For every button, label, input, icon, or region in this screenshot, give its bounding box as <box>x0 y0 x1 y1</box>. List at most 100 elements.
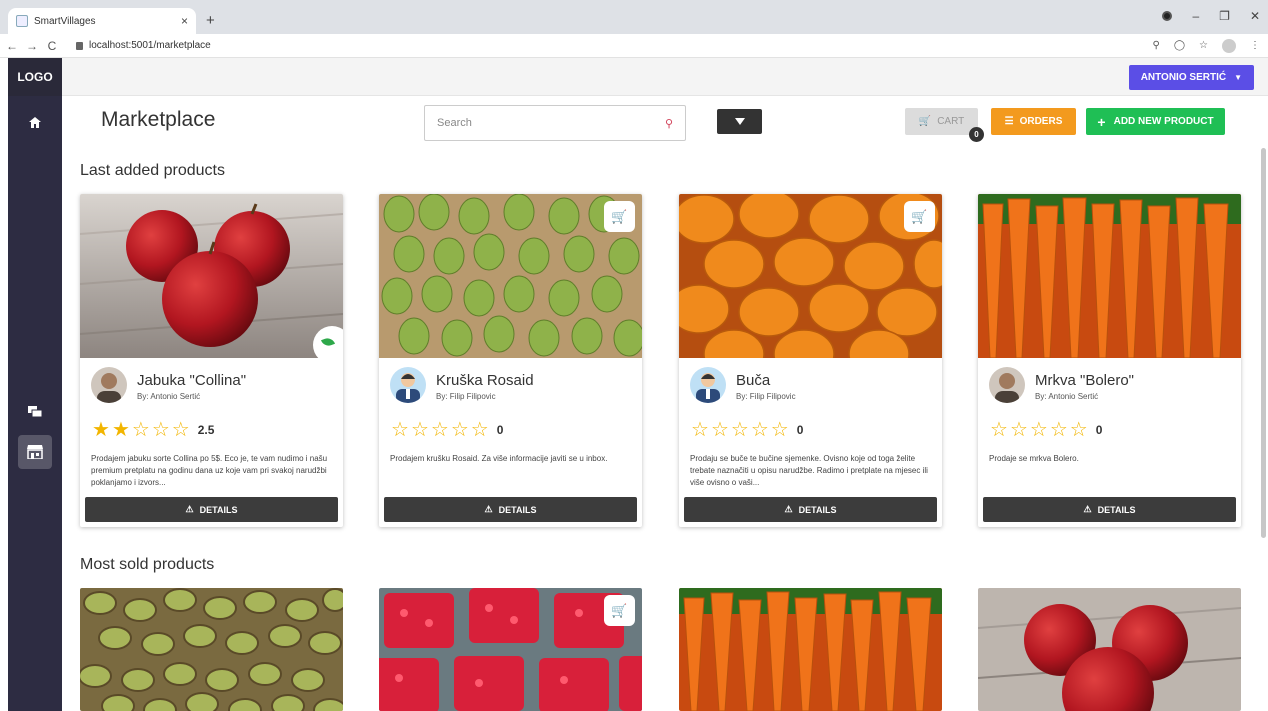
warning-icon: ⚠ <box>784 504 793 514</box>
product-image[interactable] <box>80 588 343 711</box>
eco-leaf-badge <box>313 326 343 364</box>
product-name[interactable]: Kruška Rosaid <box>436 372 534 389</box>
product-description: Prodaju se buče te bučine sjemenke. Ovis… <box>690 454 928 487</box>
star-empty-icon[interactable]: ☆ <box>451 420 469 440</box>
product-name[interactable]: Mrkva "Bolero" <box>1035 372 1134 389</box>
seller-avatar <box>690 367 726 403</box>
star-empty-icon[interactable]: ☆ <box>391 420 409 440</box>
warning-icon: ⚠ <box>484 504 493 514</box>
extension-icon[interactable]: ◯ <box>1174 40 1185 51</box>
add-to-cart-icon[interactable]: 🛒 <box>604 595 635 626</box>
star-empty-icon[interactable]: ☆ <box>471 420 489 440</box>
product-image[interactable] <box>379 194 642 358</box>
star-empty-icon[interactable]: ☆ <box>1050 420 1068 440</box>
browser-tab[interactable]: SmartVillages × <box>8 8 196 34</box>
add-label: ADD NEW PRODUCT <box>1113 116 1214 127</box>
product-card: 🛒 Buča By: Filip Filipovic ☆ ☆ ☆ ☆ ☆ 0 P… <box>679 194 942 527</box>
star-empty-icon[interactable]: ☆ <box>411 420 429 440</box>
product-seller: By: Antonio Sertić <box>137 392 201 401</box>
warning-icon: ⚠ <box>1083 504 1092 514</box>
product-name[interactable]: Buča <box>736 372 770 389</box>
tab-close-icon[interactable]: × <box>181 14 188 28</box>
seller-avatar <box>91 367 127 403</box>
bookmark-star-icon[interactable]: ☆ <box>1199 40 1208 51</box>
star-empty-icon[interactable]: ☆ <box>731 420 749 440</box>
star-empty-icon[interactable]: ☆ <box>431 420 449 440</box>
caret-down-icon: ▼ <box>1234 73 1242 82</box>
back-button[interactable]: ← <box>4 39 20 53</box>
list-icon: ☰ <box>1004 116 1014 127</box>
star-empty-icon[interactable]: ☆ <box>990 420 1008 440</box>
details-button[interactable]: ⚠ DETAILS <box>85 497 338 522</box>
reload-button[interactable]: C <box>44 39 60 53</box>
star-empty-icon[interactable]: ☆ <box>132 420 150 440</box>
logo[interactable]: LOGO <box>8 58 62 96</box>
star-empty-icon[interactable]: ☆ <box>152 420 170 440</box>
key-icon[interactable]: ⚲ <box>1153 40 1160 51</box>
url-field[interactable]: localhost:5001/marketplace <box>76 40 211 51</box>
search-icon[interactable]: ⚲ <box>665 117 673 130</box>
product-description: Prodaje se mrkva Bolero. <box>989 454 1079 463</box>
user-name: ANTONIO SERTIĆ <box>1140 72 1227 83</box>
rating-stars: ☆ ☆ ☆ ☆ ☆ 0 <box>990 420 1102 440</box>
details-button[interactable]: ⚠ DETAILS <box>684 497 937 522</box>
product-card: Mrkva "Bolero" By: Antonio Sertić ☆ ☆ ☆ … <box>978 194 1241 527</box>
new-tab-button[interactable]: + <box>206 12 215 29</box>
search-input[interactable]: Search ⚲ <box>424 105 686 141</box>
star-empty-icon[interactable]: ☆ <box>751 420 769 440</box>
product-image[interactable] <box>679 194 942 358</box>
section-title-most-sold: Most sold products <box>80 556 215 573</box>
cart-icon: 🛒 <box>918 116 932 127</box>
browser-tab-strip: SmartVillages × + – ❐ ✕ <box>0 0 1268 34</box>
plus-icon: + <box>1097 113 1106 130</box>
product-image[interactable] <box>379 588 642 711</box>
cart-button[interactable]: 🛒 CART <box>905 108 978 135</box>
star-empty-icon[interactable]: ☆ <box>1030 420 1048 440</box>
orders-button[interactable]: ☰ ORDERS <box>991 108 1076 135</box>
filter-button[interactable] <box>717 109 762 134</box>
forward-button[interactable]: → <box>24 39 40 53</box>
address-bar: ← → C localhost:5001/marketplace ⚲ ◯ ☆ ⋮ <box>0 34 1268 58</box>
add-to-cart-icon[interactable]: 🛒 <box>604 201 635 232</box>
product-image[interactable] <box>679 588 942 711</box>
page-scrollbar[interactable] <box>1261 148 1266 538</box>
marketplace-store-icon[interactable] <box>18 435 52 469</box>
star-filled-icon[interactable]: ★ <box>112 420 130 440</box>
address-bar-actions: ⚲ ◯ ☆ ⋮ <box>1153 38 1260 53</box>
cart-count-badge: 0 <box>969 127 984 142</box>
product-card <box>80 588 343 711</box>
rating-value: 0 <box>1095 423 1103 437</box>
details-button[interactable]: ⚠ DETAILS <box>384 497 637 522</box>
product-seller: By: Antonio Sertić <box>1035 392 1099 401</box>
star-empty-icon[interactable]: ☆ <box>1070 420 1088 440</box>
details-button[interactable]: ⚠ DETAILS <box>983 497 1236 522</box>
product-seller: By: Filip Filipovic <box>736 392 796 401</box>
product-card <box>978 588 1241 711</box>
add-to-cart-icon[interactable]: 🛒 <box>904 201 935 232</box>
profile-icon[interactable] <box>1222 38 1236 53</box>
star-empty-icon[interactable]: ☆ <box>771 420 789 440</box>
star-filled-icon[interactable]: ★ <box>92 420 110 440</box>
rating-value: 0 <box>796 423 804 437</box>
product-name[interactable]: Jabuka "Collina" <box>137 372 246 389</box>
star-empty-icon[interactable]: ☆ <box>172 420 190 440</box>
user-menu-button[interactable]: ANTONIO SERTIĆ ▼ <box>1128 65 1254 90</box>
add-new-product-button[interactable]: + ADD NEW PRODUCT <box>1086 108 1225 135</box>
chat-icon[interactable] <box>8 404 62 420</box>
product-image[interactable] <box>978 194 1241 358</box>
product-image[interactable] <box>978 588 1241 711</box>
menu-kebab-icon[interactable]: ⋮ <box>1250 40 1260 51</box>
restore-icon[interactable]: ❐ <box>1219 9 1230 23</box>
rating-stars: ★ ★ ☆ ☆ ☆ 2.5 <box>92 420 214 440</box>
product-image[interactable] <box>80 194 343 358</box>
seller-avatar <box>989 367 1025 403</box>
star-empty-icon[interactable]: ☆ <box>691 420 709 440</box>
star-empty-icon[interactable]: ☆ <box>1010 420 1028 440</box>
window-controls: – ❐ ✕ <box>1162 9 1260 23</box>
minimize-icon[interactable]: – <box>1192 9 1199 23</box>
home-icon[interactable] <box>8 114 62 130</box>
record-icon[interactable] <box>1162 11 1173 21</box>
window-close-icon[interactable]: ✕ <box>1250 9 1260 23</box>
star-empty-icon[interactable]: ☆ <box>711 420 729 440</box>
filter-icon <box>734 118 745 125</box>
